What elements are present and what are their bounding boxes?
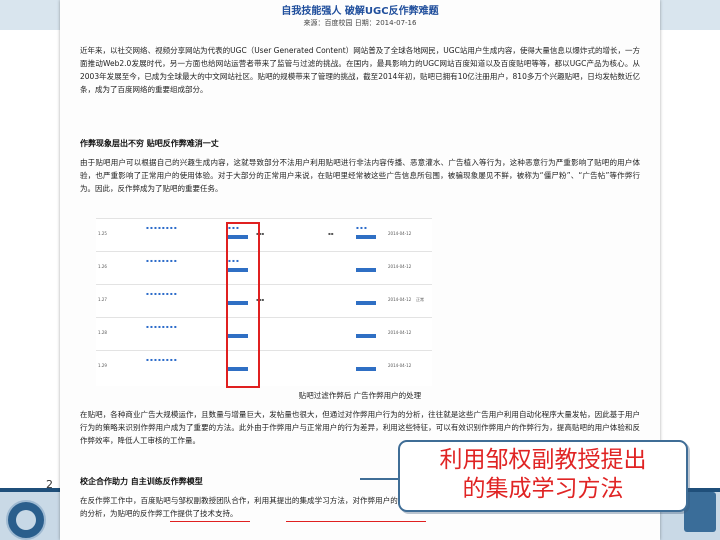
- callout-line-2: 的集成学习方法: [462, 476, 624, 502]
- table-row: 1.28 ▪ ▪ ▪ ▪ ▪ ▪ ▪ ▪ 2014-04-12: [96, 317, 432, 351]
- annotation-callout: 利用邹权副教授提出 的集成学习方法: [398, 440, 688, 512]
- section-heading-2: 校企合作助力 自主训练反作弊模型: [80, 477, 203, 486]
- figure-caption: 贴吧过滤作弊后 广告作弊用户的处理: [298, 391, 422, 400]
- action-button[interactable]: [356, 367, 376, 371]
- action-button[interactable]: [356, 235, 376, 239]
- table-row: 1.27 ▪ ▪ ▪ ▪ ▪ ▪ ▪ ▪ ▪▪▪ 2014-04-12 正常: [96, 284, 432, 318]
- table-row: 1.26 ▪ ▪ ▪ ▪ ▪ ▪ ▪ ▪ ▪ ▪ ▪ 2014-04-12: [96, 251, 432, 285]
- article-paragraph-1: 近年来，以社交网络、视频分享网站为代表的UGC（User Generated C…: [80, 46, 640, 94]
- action-button[interactable]: [356, 301, 376, 305]
- callout-pointer: [360, 478, 400, 480]
- table-row: 1.25 ▪ ▪ ▪ ▪ ▪ ▪ ▪ ▪ ▪ ▪ ▪ ▪▪▪ ▪▪ ▪ ▪ ▪ …: [96, 218, 432, 252]
- article-title: 自我技能强人 破解UGC反作弊难题: [281, 6, 439, 17]
- red-underline: [286, 521, 426, 522]
- corner-logo-icon: [684, 492, 716, 532]
- action-button[interactable]: [356, 268, 376, 272]
- university-seal-icon: [6, 500, 46, 540]
- article-paragraph-2: 由于贴吧用户可以根据自己的兴趣生成内容，这就导致部分不法用户利用贴吧进行非法内容…: [80, 158, 640, 193]
- red-underline: [170, 521, 250, 522]
- article-meta: 来源：百度校园 日期：2014-07-16: [303, 19, 417, 27]
- section-heading-1: 作弊现象层出不穷 贴吧反作弊难消一丈: [80, 139, 219, 148]
- callout-line-1: 利用邹权副教授提出: [439, 447, 647, 473]
- callout-text: 利用邹权副教授提出 的集成学习方法: [400, 446, 686, 504]
- screenshot-table: 1.25 ▪ ▪ ▪ ▪ ▪ ▪ ▪ ▪ ▪ ▪ ▪ ▪▪▪ ▪▪ ▪ ▪ ▪ …: [96, 218, 432, 386]
- action-button[interactable]: [356, 334, 376, 338]
- table-row: 1.29 ▪ ▪ ▪ ▪ ▪ ▪ ▪ ▪ 2014-04-12: [96, 350, 432, 384]
- highlight-box: [226, 222, 260, 388]
- slide-page-number: 2: [46, 478, 53, 491]
